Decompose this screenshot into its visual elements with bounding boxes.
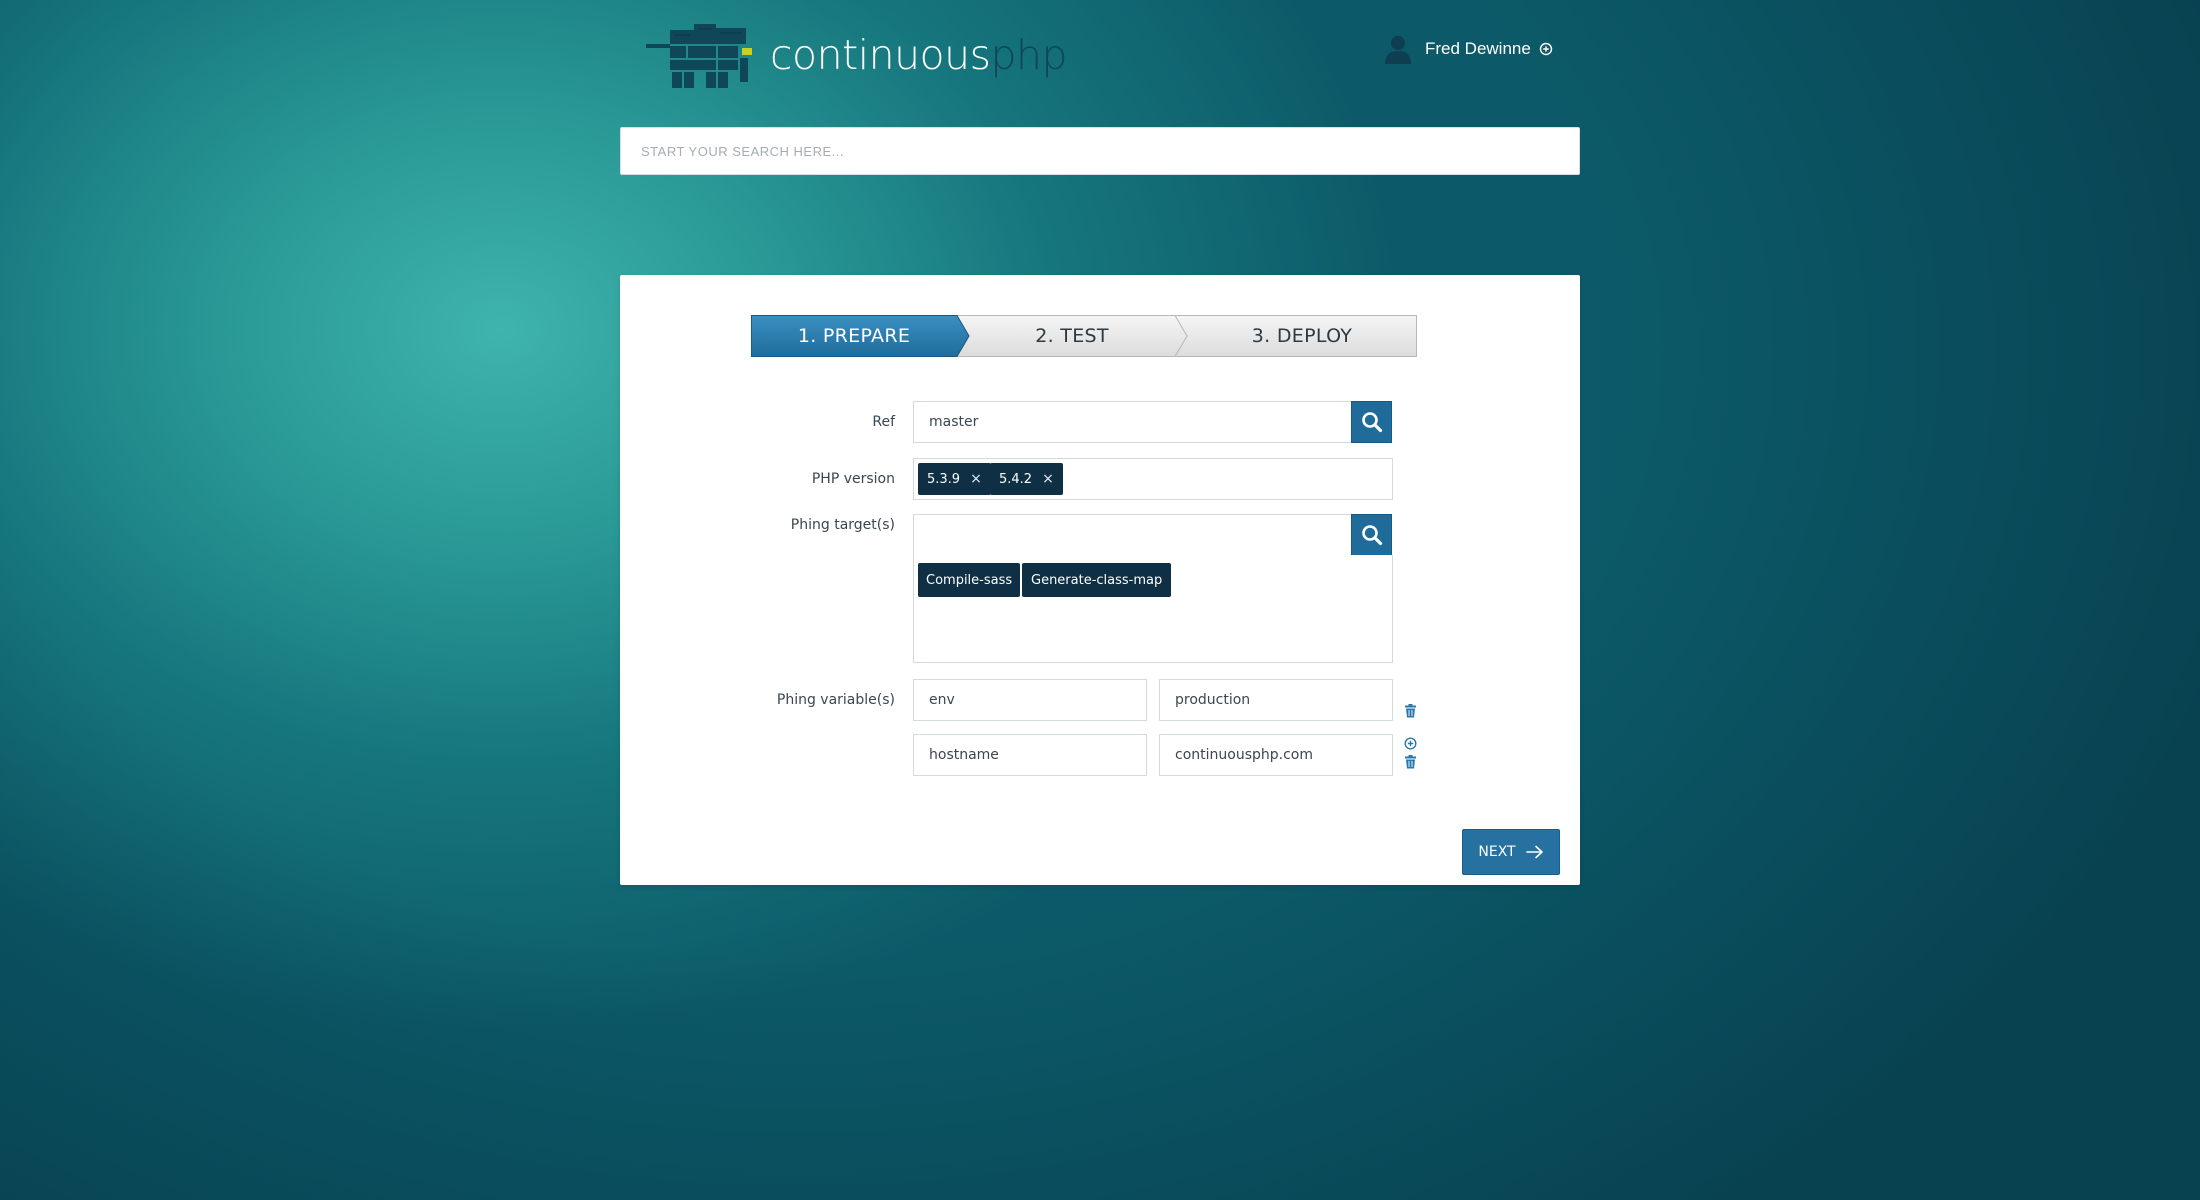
step-prepare-label: 1. PREPARE [797,325,911,347]
phing-targets-search-button[interactable] [1351,514,1392,556]
variable-key-input[interactable] [914,735,1146,775]
ref-search-button[interactable] [1351,401,1392,443]
logo-text: continuousphp [770,31,1068,79]
search-icon [1361,412,1382,433]
next-button[interactable]: NEXT [1462,829,1560,875]
tag-label: Generate-class-map [1031,572,1163,588]
variable-value-field[interactable] [1159,679,1393,721]
ref-field[interactable] [913,401,1352,443]
search-icon [1361,525,1382,546]
user-icon [1385,36,1411,64]
close-icon[interactable]: × [1042,471,1054,487]
step-test[interactable]: 2. TEST [969,315,1175,357]
step-prepare[interactable]: 1. PREPARE [751,315,957,357]
logo-text-accent: php [990,31,1068,79]
php-version-tag: 5.4.2 × [990,463,1063,495]
arrow-right-icon [1525,845,1543,859]
variable-value-field[interactable] [1159,734,1393,776]
next-button-label: NEXT [1478,844,1516,860]
plus-circle-icon[interactable] [1404,737,1417,750]
build-wizard-panel: 1. PREPARE 2. TEST 3. DEPLOY Ref PHP ver… [620,275,1580,885]
php-version-tag: 5.3.9 × [918,463,991,495]
phing-variables-label: Phing variable(s) [776,692,895,708]
global-search-bar[interactable] [620,127,1580,175]
app-logo[interactable]: continuousphp [646,22,1068,88]
step-test-label: 2. TEST [1035,325,1109,347]
phing-targets-input[interactable] [914,515,1351,555]
trash-icon[interactable] [1404,755,1417,769]
step-deploy-label: 3. DEPLOY [1251,325,1353,347]
php-version-label: PHP version [811,471,895,487]
phing-targets-label: Phing target(s) [790,517,895,533]
phing-targets-field[interactable] [913,514,1352,556]
elephant-logo-icon [646,24,752,88]
step-deploy[interactable]: 3. DEPLOY [1187,315,1417,357]
trash-icon[interactable] [1404,704,1417,718]
variable-value-input[interactable] [1160,680,1392,720]
variable-key-field[interactable] [913,734,1147,776]
user-name: Fred Dewinne [1425,39,1531,58]
variable-key-input[interactable] [914,680,1146,720]
logo-text-main: continuous [770,31,991,79]
plus-circle-icon[interactable] [1539,42,1553,56]
phing-target-tag[interactable]: Compile-sass [918,563,1021,597]
ref-input[interactable] [914,402,1351,442]
ref-label: Ref [872,414,895,430]
user-menu[interactable]: Fred Dewinne [1383,34,1553,64]
phing-target-tag[interactable]: Generate-class-map [1022,563,1172,597]
wizard-steps: 1. PREPARE 2. TEST 3. DEPLOY [751,315,1417,357]
tag-label: Compile-sass [926,572,1013,588]
tag-label: 5.3.9 [927,471,961,487]
close-icon[interactable]: × [970,471,982,487]
variable-value-input[interactable] [1160,735,1392,775]
tag-label: 5.4.2 [999,471,1033,487]
search-input[interactable] [621,128,1579,174]
variable-key-field[interactable] [913,679,1147,721]
